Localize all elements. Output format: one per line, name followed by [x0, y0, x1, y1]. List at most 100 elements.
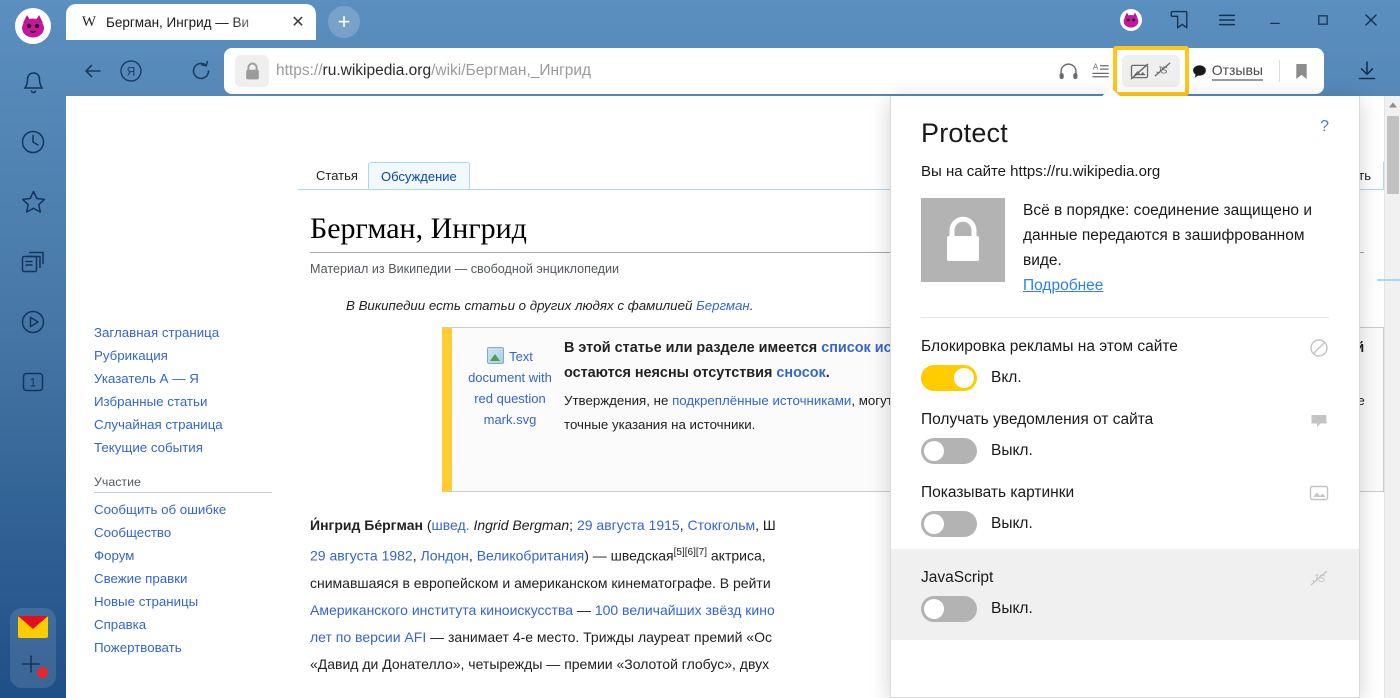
body-seg11: актриса, [706, 547, 766, 564]
protect-row-state: Выкл. [991, 600, 1033, 617]
images-toggle[interactable] [921, 511, 977, 537]
site-security-button[interactable] [230, 53, 274, 89]
video-icon[interactable] [11, 300, 55, 344]
wiki-nav-link[interactable]: Свежие правки [94, 567, 284, 590]
death-city-link[interactable]: Лондон [421, 548, 469, 564]
reviews-label: Отзывы [1211, 62, 1263, 81]
block-ads-icon [1309, 338, 1329, 358]
ad-blocking-toggle[interactable] [921, 365, 977, 391]
js-blocked-icon[interactable]: JS [1153, 61, 1172, 81]
address-bar[interactable]: https://ru.wikipedia.org/wiki/Бергман,_И… [224, 46, 1324, 96]
wiki-nav-link[interactable]: Текущие события [94, 436, 284, 459]
new-tab-button[interactable]: + [328, 6, 360, 38]
maximize-button[interactable] [1300, 2, 1346, 38]
sidebar-avatar-icon[interactable] [15, 8, 51, 44]
birth-year-link[interactable]: 1915 [649, 517, 680, 533]
toggle-knob [954, 368, 974, 388]
main-menu-icon[interactable] [1204, 2, 1250, 38]
wiki-nav-link[interactable]: Справка [94, 613, 284, 636]
wiki-nav-link[interactable]: Форум [94, 544, 284, 567]
reload-button[interactable] [186, 56, 216, 86]
wiki-nav-link[interactable]: Случайная страница [94, 413, 284, 436]
wiki-nav-group-title: Участие [94, 475, 272, 493]
wiki-nav-link[interactable]: Сообщить об ошибке [94, 498, 284, 521]
close-window-button[interactable] [1348, 2, 1394, 38]
tab-group-count: 1 [30, 376, 37, 390]
history-icon[interactable] [11, 120, 55, 164]
ambox-link-unsourced[interactable]: подкреплённые источниками [672, 393, 851, 408]
javascript-toggle[interactable] [921, 596, 977, 622]
yandex-button[interactable]: Я [116, 56, 146, 86]
collections-window-icon[interactable] [1156, 2, 1202, 38]
ambox-link-footnotes[interactable]: сносок [776, 365, 825, 381]
minimize-button[interactable] [1252, 2, 1298, 38]
body-line5b: — занимает 4-е место. Трижды лауреат пре… [426, 628, 772, 645]
protect-lock-icon [921, 198, 1005, 282]
protect-row-javascript: JavaScript Выкл. JS [891, 549, 1359, 640]
ambox-n1: Утверждения, не [564, 393, 673, 408]
url-text[interactable]: https://ru.wikipedia.org/wiki/Бергман,_И… [274, 62, 1054, 80]
broken-image-alt-text: Text document with red question mark.svg [468, 349, 552, 427]
protect-more-link[interactable]: Подробнее [1023, 277, 1103, 295]
back-button[interactable] [78, 56, 108, 86]
death-date-link[interactable]: 29 августа [310, 548, 378, 564]
wiki-nav-link[interactable]: Пожертвовать [94, 636, 284, 659]
scrollbar-thumb[interactable] [1387, 116, 1399, 194]
toolbar-separator [1279, 60, 1280, 82]
wiki-nav-link[interactable]: Рубрикация [94, 344, 284, 367]
lock-icon[interactable] [235, 55, 269, 87]
profile-avatar-icon[interactable] [1108, 2, 1154, 38]
body-seg9: , [468, 547, 477, 564]
notifications-toggle[interactable] [921, 438, 977, 464]
body-line4-mid: — [573, 601, 595, 618]
browser-tab[interactable]: W Бергман, Ингрид — Ви ✕ [66, 4, 316, 40]
wiki-nav-link[interactable]: Заглавная страница [94, 321, 284, 344]
birth-city-link[interactable]: Стокгольм [687, 517, 755, 533]
notifications-icon[interactable] [11, 60, 55, 104]
omnibox-actions: A JS Отзывы [1054, 46, 1324, 96]
downloads-button[interactable] [1352, 56, 1382, 86]
body-line6: «Давид ди Донателло», четырежды — премии… [310, 655, 770, 672]
protect-status-block: Всё в порядке: соединение защищено и дан… [1023, 198, 1329, 295]
hatnote-link[interactable]: Бергман [696, 298, 750, 313]
lang-link[interactable]: швед. [432, 517, 470, 533]
protect-header: Protect ? [891, 96, 1359, 149]
afi-years-link[interactable]: лет по версии AFI [310, 629, 426, 645]
death-year-link[interactable]: 1982 [382, 548, 413, 564]
wiki-nav-link[interactable]: Сообщество [94, 521, 284, 544]
bookmark-icon[interactable] [1286, 56, 1316, 86]
ambox-b5: отсутствия [692, 365, 777, 381]
toggle-knob [924, 441, 944, 461]
tab-discussion[interactable]: Обсуждение [368, 162, 470, 189]
add-service-button[interactable] [19, 652, 48, 678]
birth-date-link[interactable]: 29 августа [577, 517, 645, 533]
tab-title: Бергман, Ингрид — Ви [106, 14, 250, 30]
afi-link[interactable]: Американского института киноискусства [310, 602, 573, 618]
image-icon [1309, 484, 1329, 502]
bookmarks-star-icon[interactable] [11, 180, 55, 224]
browser-window: 1 W Бергман, Ингрид — Ви ✕ + Я https://r… [0, 0, 1400, 698]
page-scrollbar[interactable] [1377, 96, 1400, 698]
content-blocked-indicators[interactable]: JS [1112, 46, 1189, 96]
mail-icon[interactable] [18, 616, 48, 638]
protect-help-icon[interactable]: ? [1320, 118, 1329, 136]
svg-text:Я: Я [127, 65, 136, 79]
collections-icon[interactable] [11, 240, 55, 284]
wiki-nav-link[interactable]: Избранные статьи [94, 390, 284, 413]
scrollbar-blue-marker [1377, 279, 1400, 281]
wikipedia-favicon: W [81, 13, 97, 30]
stars-list-link[interactable]: 100 величайших звёзд кино [595, 602, 775, 618]
close-tab-icon[interactable]: ✕ [288, 12, 308, 32]
protect-row-label: Блокировка рекламы на этом сайте [921, 338, 1178, 355]
wiki-nav-link[interactable]: Новые страницы [94, 590, 284, 613]
protect-panel: Protect ? Вы на сайте https://ru.wikiped… [890, 96, 1360, 698]
tab-article[interactable]: Статья [304, 162, 370, 189]
headphones-icon[interactable] [1054, 56, 1084, 86]
reader-mode-icon[interactable]: A [1086, 56, 1116, 86]
image-blocked-icon[interactable] [1130, 62, 1149, 80]
notifications-flag-icon [1309, 411, 1329, 431]
wiki-nav-link[interactable]: Указатель А — Я [94, 367, 284, 390]
tab-group-badge[interactable]: 1 [11, 360, 55, 404]
reviews-button[interactable]: Отзывы [1186, 62, 1273, 81]
country-link[interactable]: Великобритания [477, 548, 585, 564]
